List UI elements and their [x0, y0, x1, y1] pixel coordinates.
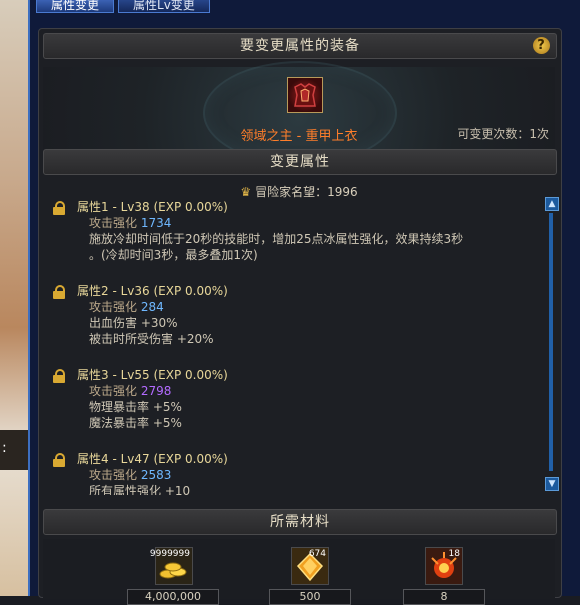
attack-enhance-label: 攻击强化	[89, 216, 138, 230]
lock-icon[interactable]	[53, 285, 65, 299]
change-section-title: 变更属性	[270, 154, 330, 170]
background-scene: :	[0, 0, 28, 596]
tab-attribute-change[interactable]: 属性变更	[36, 0, 115, 13]
attack-enhance-line: 攻击强化 1734	[89, 215, 523, 231]
scroll-track[interactable]	[549, 213, 553, 471]
attribute-effect: 被击时所受伤害 +20%	[89, 332, 214, 346]
fire-orb-icon[interactable]: 18	[425, 547, 463, 585]
scroll-up-icon[interactable]: ▲	[545, 197, 559, 211]
attribute-title: 属性1 - Lv38 (EXP 0.00%)	[77, 200, 228, 214]
attribute-effect: 施放冷却时间低于20秒的技能时，增加25点冰属性强化，效果持续3秒	[89, 232, 464, 246]
attribute-effect: 所有属性强化 +10	[89, 484, 191, 495]
attack-enhance-value: 2583	[140, 468, 172, 482]
attack-enhance-value: 1734	[140, 216, 172, 230]
attribute-list: ♛ 冒险家名望：1996 属性1 - Lv38 (EXP 0.00%) 攻击强化 …	[43, 179, 555, 495]
attack-enhance-value: 2798	[140, 384, 172, 398]
equip-section-title: 要变更属性的装备	[240, 38, 360, 54]
attribute-entry: 属性1 - Lv38 (EXP 0.00%) 攻击强化 1734 施放冷却时间低…	[53, 199, 523, 263]
materials-section-title: 所需材料	[270, 514, 330, 530]
lock-icon[interactable]	[53, 453, 65, 467]
attribute-title: 属性3 - Lv55 (EXP 0.00%)	[77, 368, 228, 382]
attack-enhance-label: 攻击强化	[89, 384, 138, 398]
attribute-effect: 物理暴击率 +5%	[89, 400, 182, 414]
remaining-changes: 可变更次数：1次	[457, 127, 549, 141]
change-section-header: 变更属性	[43, 149, 557, 175]
material-count: 18	[448, 549, 460, 559]
attack-enhance-line: 攻击强化 2798	[89, 383, 523, 399]
material-amount: 8	[403, 589, 485, 605]
material-amount: 4,000,000	[127, 589, 219, 605]
lock-icon[interactable]	[53, 201, 65, 215]
equip-display: 领域之主 - 重甲上衣 可变更次数：1次	[43, 61, 555, 165]
attack-enhance-line: 攻击强化 2583	[89, 467, 523, 483]
attribute-effect: 魔法暴击率 +5%	[89, 416, 182, 430]
adventurer-fame-text: 冒险家名望：1996	[255, 185, 358, 199]
attribute-effect: 。(冷却时间3秒，最多叠加1次)	[89, 248, 258, 262]
gold-crystal-icon[interactable]: 674	[291, 547, 329, 585]
attack-enhance-label: 攻击强化	[89, 468, 138, 482]
attribute-title: 属性4 - Lv47 (EXP 0.00%)	[77, 452, 228, 466]
attribute-effect: 出血伤害 +30%	[89, 316, 178, 330]
material-count: 9999999	[149, 549, 190, 559]
crown-icon: ♛	[240, 185, 252, 199]
tab-attribute-lv-change[interactable]: 属性Lv变更	[118, 0, 210, 13]
help-icon[interactable]: ?	[533, 37, 550, 54]
attribute-scrollbar[interactable]: ▲ ▼	[545, 197, 559, 491]
attribute-entry: 属性2 - Lv36 (EXP 0.00%) 攻击强化 284 出血伤害 +30…	[53, 283, 523, 347]
gold-coins-icon[interactable]: 9999999	[150, 547, 193, 585]
background-dark-band: :	[0, 430, 28, 470]
material-amount: 500	[269, 589, 351, 605]
lock-icon[interactable]	[53, 369, 65, 383]
attack-enhance-value: 284	[140, 300, 164, 314]
attribute-entry: 属性3 - Lv55 (EXP 0.00%) 攻击强化 2798 物理暴击率 +…	[53, 367, 523, 431]
attribute-entry: 属性4 - Lv47 (EXP 0.00%) 攻击强化 2583 所有属性强化 …	[53, 451, 523, 495]
adventurer-fame: ♛ 冒险家名望：1996	[43, 183, 555, 200]
material-count: 674	[308, 549, 326, 559]
scroll-down-icon[interactable]: ▼	[545, 477, 559, 491]
attack-enhance-label: 攻击强化	[89, 300, 138, 314]
main-panel: 要变更属性的装备 ? 领域之主 - 重甲上衣 可变更次数：1次 变更属性 ♛ 冒险…	[38, 28, 562, 605]
equip-section-header: 要变更属性的装备 ?	[43, 33, 557, 59]
attribute-change-window: 属性变更 属性Lv变更 要变更属性的装备 ? 领域之主 - 重甲上衣 可变更次数…	[28, 0, 580, 605]
attack-enhance-line: 攻击强化 284	[89, 299, 523, 315]
materials-area: 9999999 4,000,000 674 500 18 8	[43, 539, 555, 605]
attribute-title: 属性2 - Lv36 (EXP 0.00%)	[77, 284, 228, 298]
materials-section-header: 所需材料	[43, 509, 557, 535]
armor-icon[interactable]	[287, 77, 323, 113]
tab-bar: 属性变更 属性Lv变更	[36, 0, 210, 14]
